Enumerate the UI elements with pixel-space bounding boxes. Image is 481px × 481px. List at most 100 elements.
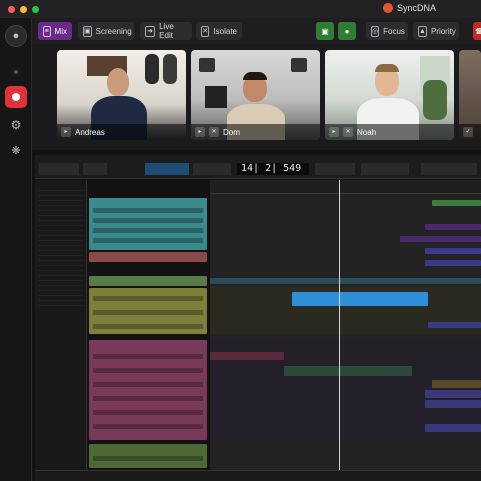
person-head [107, 68, 129, 96]
tempo-meter-fields [421, 163, 477, 175]
mix-label: Mix [54, 26, 67, 36]
participant-tile-noah[interactable]: ▸ ✕ Noah [325, 50, 454, 140]
camera-toggle-button[interactable]: ▣ [316, 22, 334, 40]
bug-icon[interactable]: ❋ [5, 139, 27, 161]
app-title: SyncDNA [383, 3, 436, 13]
track-header[interactable] [93, 218, 203, 223]
speaker-icon[interactable]: ▸ [195, 127, 205, 137]
midi-clip[interactable] [425, 224, 481, 230]
track-header[interactable] [93, 238, 203, 243]
priority-button[interactable]: ▲ Priority [413, 22, 459, 40]
audio-clip[interactable] [210, 352, 284, 360]
plant [423, 80, 447, 120]
rail-indicator [14, 70, 18, 74]
track-group-fx[interactable] [89, 444, 207, 468]
audio-clip[interactable] [425, 400, 481, 408]
person-hair [375, 64, 399, 72]
audio-clip[interactable] [425, 260, 481, 266]
timeline-ruler[interactable] [210, 180, 481, 194]
midi-clip[interactable] [400, 236, 481, 242]
track-header[interactable] [93, 382, 203, 387]
track-header[interactable] [93, 324, 203, 329]
screening-button[interactable]: ▣ Screening [78, 22, 134, 40]
track-header[interactable] [93, 368, 203, 373]
track-header[interactable] [93, 310, 203, 315]
zoom-controls[interactable] [193, 163, 231, 175]
track-header[interactable] [93, 424, 203, 429]
participant-tile-partial[interactable]: ✓ [459, 50, 481, 140]
record-button[interactable] [5, 86, 27, 108]
track-header[interactable] [93, 354, 203, 359]
live-edit-icon: ➜ [145, 25, 156, 37]
focus-button[interactable]: ◎ Focus [366, 22, 408, 40]
minimize-window-button[interactable] [20, 5, 27, 13]
audio-clip[interactable] [425, 424, 481, 432]
isolate-button[interactable]: ✕ Isolate [196, 22, 242, 40]
participant-name-bar: ▸ ✕ Dom [191, 124, 320, 140]
mic-muted-icon[interactable]: ✕ [343, 127, 353, 137]
track-header[interactable] [93, 456, 203, 461]
check-icon[interactable]: ✓ [463, 127, 473, 137]
isolate-icon: ✕ [201, 25, 210, 37]
leave-call-button[interactable]: ☎ [473, 22, 481, 40]
live-edit-button[interactable]: ➜ Live Edit [140, 22, 192, 40]
gear-icon[interactable]: ⚙ [5, 114, 27, 136]
speaker-icon[interactable]: ▸ [61, 127, 71, 137]
arrange-window[interactable] [210, 194, 481, 470]
guitar [145, 54, 159, 84]
studio-monitor [291, 58, 307, 72]
participant-name: Dom [223, 127, 240, 137]
mix-button[interactable]: ≡ Mix [38, 22, 72, 40]
audio-clip[interactable] [432, 200, 481, 206]
mix-icon: ≡ [43, 25, 51, 37]
participant-name-bar: ▸ ✕ Noah [325, 124, 454, 140]
tracks-list-row[interactable] [38, 301, 83, 306]
microphone-toggle-button[interactable]: ● [338, 22, 356, 40]
window-controls [8, 5, 39, 13]
user-icon[interactable]: ● [5, 25, 27, 47]
participant-name-bar: ✓ [459, 124, 481, 140]
playhead-cursor[interactable] [339, 180, 340, 470]
track-header[interactable] [93, 410, 203, 415]
left-rail: ● ⚙ ❋ [0, 18, 32, 481]
focus-icon: ◎ [371, 25, 380, 37]
session-toolbar: ≡ Mix ▣ Screening ➜ Live Edit ✕ Isolate … [32, 18, 481, 44]
participant-name-bar: ▸ Andreas [57, 124, 186, 140]
track-group-keys[interactable] [89, 288, 207, 334]
audio-clip[interactable] [432, 380, 481, 388]
audio-clip[interactable] [210, 278, 481, 284]
edit-mode-selector[interactable] [39, 163, 79, 175]
close-window-button[interactable] [8, 5, 15, 13]
screening-icon: ▣ [83, 25, 92, 37]
track-header[interactable] [93, 228, 203, 233]
mic-muted-icon[interactable]: ✕ [209, 127, 219, 137]
person-hair [243, 72, 267, 80]
daw-screen-share[interactable]: 14| 2| 549 [32, 150, 481, 481]
track-header[interactable] [93, 208, 203, 213]
studio-rack [205, 86, 227, 108]
track-group-bass[interactable] [89, 276, 207, 286]
audio-clip[interactable] [425, 390, 481, 398]
track-headers [89, 194, 207, 470]
participant-tile-dom[interactable]: ▸ ✕ Dom [191, 50, 320, 140]
track-header[interactable] [93, 296, 203, 301]
audio-clip[interactable] [425, 248, 481, 254]
track-header[interactable] [89, 252, 207, 262]
studio-monitor [199, 58, 215, 72]
edit-tools[interactable] [145, 163, 189, 175]
grid-selector[interactable] [83, 163, 107, 175]
zoom-window-button[interactable] [32, 5, 39, 13]
daw-status-strip [35, 470, 481, 481]
speaker-icon[interactable]: ▸ [329, 127, 339, 137]
track-header[interactable] [93, 396, 203, 401]
syncdna-logo-icon [383, 3, 393, 13]
focus-label: Focus [383, 26, 405, 36]
audio-clip[interactable] [284, 366, 412, 376]
guitar [163, 54, 177, 84]
track-group-vocals[interactable] [89, 340, 207, 440]
track-group-drums[interactable] [89, 198, 207, 250]
transport-controls[interactable] [361, 163, 409, 175]
audio-clip[interactable] [428, 322, 481, 328]
participant-tile-andreas[interactable]: ▸ Andreas [57, 50, 186, 140]
selected-clip[interactable] [292, 292, 428, 306]
